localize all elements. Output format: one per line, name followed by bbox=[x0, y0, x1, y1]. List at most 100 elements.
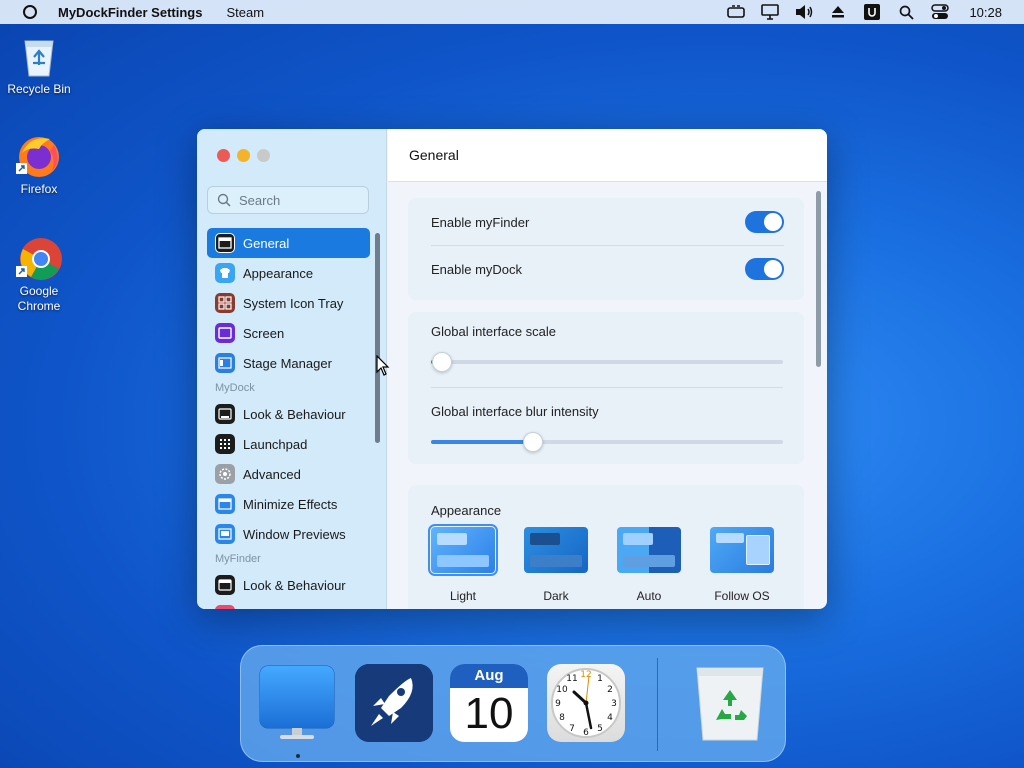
theme-option-light[interactable]: Light bbox=[428, 524, 498, 603]
sidebar-item-myfinder-look-behaviour[interactable]: Look & Behaviour bbox=[207, 570, 370, 600]
advanced-gear-icon bbox=[215, 464, 235, 484]
system-icon-tray-icon bbox=[215, 293, 235, 313]
dock-separator bbox=[657, 658, 658, 751]
sidebar-item-stage-manager[interactable]: Stage Manager bbox=[207, 348, 370, 378]
theme-dark-thumbnail bbox=[524, 527, 588, 573]
sidebar-item-advanced[interactable]: Advanced bbox=[207, 459, 370, 489]
svg-text:1: 1 bbox=[597, 674, 603, 684]
toggle-row-enable-myfinder: Enable myFinder bbox=[408, 199, 804, 245]
svg-text:7: 7 bbox=[569, 724, 575, 734]
menu-clock[interactable]: 10:28 bbox=[969, 5, 1002, 20]
theme-auto-thumbnail bbox=[617, 527, 681, 573]
desktop-icon-google-chrome[interactable]: Google Chrome bbox=[1, 235, 77, 314]
theme-option-auto[interactable]: Auto bbox=[615, 527, 683, 603]
sidebar-item-label: Appearance bbox=[243, 265, 314, 281]
search-icon[interactable] bbox=[889, 0, 923, 24]
window-controls bbox=[217, 149, 270, 162]
sidebar-item-label: General bbox=[243, 235, 290, 251]
running-indicator bbox=[296, 754, 300, 758]
monitor-icon[interactable] bbox=[753, 0, 787, 24]
volume-icon[interactable] bbox=[787, 0, 821, 24]
sidebar-item-label: Screen bbox=[243, 325, 285, 341]
launchpad-icon bbox=[215, 434, 235, 454]
sidebar-item-launchpad[interactable]: Launchpad bbox=[207, 429, 370, 459]
trash-icon[interactable] bbox=[691, 664, 769, 742]
sidebar-item-label: System Icon Tray bbox=[243, 295, 344, 311]
clock-icon[interactable]: 12 1 2 345 678 9 10 11 bbox=[547, 664, 625, 742]
minimize-effects-icon bbox=[215, 494, 235, 514]
toggle-knob bbox=[764, 213, 782, 231]
search-placeholder: Search bbox=[239, 192, 281, 208]
launchpad-rocket-icon[interactable] bbox=[355, 664, 433, 742]
svg-text:12: 12 bbox=[580, 670, 591, 680]
settings-window: Search General Appearance System Icon Tr… bbox=[197, 129, 827, 609]
menu-app-name[interactable]: MyDockFinder Settings bbox=[58, 5, 202, 20]
theme-label: Dark bbox=[543, 589, 569, 603]
theme-light-thumbnail bbox=[428, 524, 498, 576]
desktop-icon-label: Recycle Bin bbox=[7, 82, 71, 96]
look-behaviour-icon bbox=[215, 575, 235, 595]
main-panel: General Enable myFinder Enable myDock Gl… bbox=[388, 129, 827, 609]
sidebar-item-general[interactable]: General bbox=[207, 228, 370, 258]
sidebar-item-system-icon-tray[interactable]: System Icon Tray bbox=[207, 288, 370, 318]
sidebar-item-minimize-effects[interactable]: Minimize Effects bbox=[207, 489, 370, 519]
sidebar-item-label: Look & Behaviour bbox=[243, 577, 346, 593]
firefox-icon bbox=[16, 133, 62, 179]
sidebar-item-screen[interactable]: Screen bbox=[207, 318, 370, 348]
desktop-icon-label: Google Chrome bbox=[17, 284, 61, 313]
enable-myfinder-toggle[interactable] bbox=[745, 211, 784, 233]
theme-follow-os-thumbnail bbox=[710, 527, 774, 573]
control-center-icon[interactable] bbox=[923, 0, 957, 24]
close-button[interactable] bbox=[217, 149, 230, 162]
screen-icon bbox=[215, 323, 235, 343]
window-previews-icon bbox=[215, 524, 235, 544]
global-interface-scale-slider[interactable] bbox=[431, 352, 783, 372]
sidebar-item-window-previews[interactable]: Window Previews bbox=[207, 519, 370, 549]
theme-option-dark[interactable]: Dark bbox=[522, 527, 590, 603]
svg-text:2: 2 bbox=[607, 685, 613, 695]
sidebar-item-partial[interactable] bbox=[207, 600, 370, 609]
svg-text:5: 5 bbox=[597, 724, 603, 734]
search-input[interactable]: Search bbox=[207, 186, 369, 214]
desktop-icon-firefox[interactable]: Firefox bbox=[1, 133, 77, 197]
calendar-day: 10 bbox=[464, 689, 514, 738]
minimize-button[interactable] bbox=[237, 149, 250, 162]
slider-fill bbox=[431, 440, 534, 444]
svg-text:4: 4 bbox=[607, 713, 613, 723]
finder-monitor-icon[interactable] bbox=[258, 664, 336, 742]
sidebar-item-label: Launchpad bbox=[243, 436, 308, 452]
zoom-button[interactable] bbox=[257, 149, 270, 162]
general-icon bbox=[215, 233, 235, 253]
calendar-icon[interactable]: Aug 10 bbox=[450, 664, 528, 742]
calendar-month: Aug bbox=[450, 664, 528, 688]
menu-bar: MyDockFinder Settings Steam 10:28 bbox=[0, 0, 1024, 24]
appearance-card: Appearance Light Dark Auto Follow OS bbox=[408, 485, 804, 609]
slider-label-blur: Global interface blur intensity bbox=[431, 404, 599, 419]
menu-item-steam[interactable]: Steam bbox=[226, 5, 264, 20]
sidebar-scrollbar[interactable] bbox=[375, 233, 380, 443]
page-title: General bbox=[388, 129, 827, 182]
slider-thumb[interactable] bbox=[523, 432, 544, 452]
toggle-knob bbox=[764, 260, 782, 278]
enable-mydock-toggle[interactable] bbox=[745, 258, 784, 280]
theme-label: Auto bbox=[636, 589, 662, 603]
apple-logo-icon[interactable] bbox=[23, 5, 37, 19]
slider-thumb[interactable] bbox=[431, 352, 452, 372]
sidebar-item-appearance[interactable]: Appearance bbox=[207, 258, 370, 288]
gamepad-icon[interactable] bbox=[719, 0, 753, 24]
global-interface-blur-slider[interactable] bbox=[431, 432, 783, 452]
look-behaviour-icon bbox=[215, 404, 235, 424]
eject-icon[interactable] bbox=[821, 0, 855, 24]
sidebar-item-label: Window Previews bbox=[243, 526, 346, 542]
svg-text:10: 10 bbox=[556, 685, 568, 695]
main-scrollbar[interactable] bbox=[816, 191, 821, 367]
u-app-icon[interactable] bbox=[855, 0, 889, 24]
theme-label: Follow OS bbox=[714, 589, 770, 603]
svg-text:9: 9 bbox=[555, 699, 561, 709]
dock: Aug 10 12 1 2 345 678 9 10 11 bbox=[240, 645, 786, 762]
desktop-icon-recycle-bin[interactable]: Recycle Bin bbox=[1, 33, 77, 97]
mouse-cursor-icon bbox=[376, 355, 390, 376]
sidebar-item-look-behaviour[interactable]: Look & Behaviour bbox=[207, 399, 370, 429]
theme-option-follow-os[interactable]: Follow OS bbox=[708, 527, 776, 603]
theme-label: Light bbox=[449, 589, 477, 603]
